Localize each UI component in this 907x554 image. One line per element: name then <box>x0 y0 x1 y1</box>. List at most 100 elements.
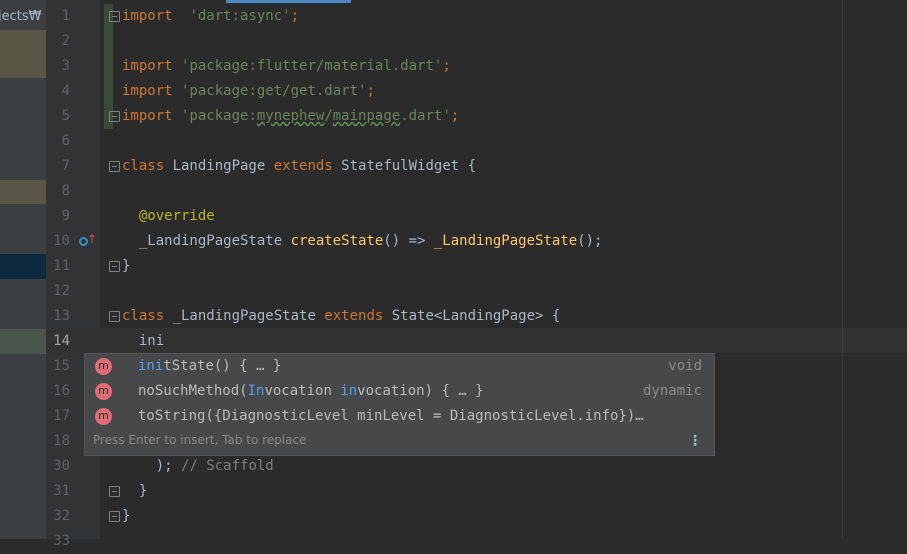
code-line[interactable]: 5 import 'package:mynephew/mainpage.dart'… <box>0 104 907 129</box>
code-text[interactable]: import 'dart:async'; <box>122 4 299 29</box>
code-line[interactable]: 10 _LandingPageState createState() => _L… <box>0 229 907 254</box>
code-token: _LandingPageState <box>433 233 578 249</box>
code-token: mainpage <box>332 108 401 124</box>
method-icon: m <box>95 358 112 375</box>
line-number: 6 <box>61 133 70 149</box>
fold-icon[interactable] <box>109 11 120 22</box>
code-token: / <box>324 108 333 124</box>
code-token: ); <box>122 458 182 474</box>
code-line[interactable]: 9 @override <box>0 204 907 229</box>
line-number: 32 <box>53 508 70 524</box>
vcs-change-marker[interactable] <box>104 54 113 79</box>
active-tab-indicator <box>226 0 351 3</box>
fold-icon[interactable] <box>109 311 120 322</box>
code-token: import <box>122 8 173 24</box>
code-line[interactable]: 14 ini <box>0 329 907 354</box>
code-text[interactable]: @override <box>122 204 215 229</box>
line-number: 15 <box>53 358 70 374</box>
code-line[interactable]: 32} <box>0 504 907 529</box>
line-number: 11 <box>53 258 70 274</box>
code-token: import <box>122 108 182 124</box>
code-text[interactable]: } <box>122 479 147 504</box>
code-line[interactable]: 6 <box>0 129 907 154</box>
code-text[interactable]: ); // Scaffold <box>122 454 274 479</box>
fold-icon[interactable] <box>109 261 120 272</box>
completion-item-type: void <box>668 358 702 374</box>
code-token: extends <box>324 308 392 324</box>
line-number: 9 <box>61 208 70 224</box>
completion-item[interactable]: m noSuchMethod(Invocation invocation) { … <box>85 379 714 404</box>
fold-icon[interactable] <box>109 161 120 172</box>
code-token: State<LandingPage> { <box>391 308 561 324</box>
code-text[interactable]: import 'package:get/get.dart'; <box>122 79 375 104</box>
line-number: 1 <box>61 8 70 24</box>
completion-item-type: dynamic <box>642 383 702 399</box>
line-number: 12 <box>53 283 70 299</box>
vcs-change-marker[interactable] <box>104 29 113 54</box>
code-token: ; <box>366 83 375 99</box>
code-line[interactable]: 2 <box>0 29 907 54</box>
fold-icon[interactable] <box>109 111 120 122</box>
code-line[interactable]: 7 class LandingPage extends StatefulWidge… <box>0 154 907 179</box>
code-token: _LandingPageState <box>172 308 325 324</box>
code-text[interactable]: } <box>122 254 130 279</box>
code-token: 'package:get/get.dart' <box>181 83 367 99</box>
code-token: } <box>122 508 131 524</box>
code-text[interactable]: class _LandingPageState extends State<La… <box>122 304 560 329</box>
code-line[interactable]: 12 <box>0 279 907 304</box>
code-token: 'dart:async' <box>189 8 291 24</box>
completion-item-label: noSuchMethod(Invocation invocation) { … … <box>138 383 484 399</box>
line-number: 30 <box>53 458 70 474</box>
more-options-icon[interactable]: ⋮ <box>688 433 702 449</box>
code-token: ; <box>442 58 451 74</box>
code-line[interactable]: 11} <box>0 254 907 279</box>
line-number: 7 <box>61 158 70 174</box>
code-text[interactable]: import 'package:flutter/material.dart'; <box>122 54 451 79</box>
code-token: 'package:flutter/material.dart' <box>181 58 443 74</box>
code-token: StatefulWidget { <box>341 158 477 174</box>
code-line[interactable]: 8 <box>0 179 907 204</box>
code-token: () => <box>383 233 434 249</box>
code-line[interactable]: 1 import 'dart:async'; <box>0 4 907 29</box>
line-number: 10 <box>53 233 70 249</box>
line-number: 3 <box>61 58 70 74</box>
code-token: createState <box>290 233 384 249</box>
code-token: class <box>122 308 173 324</box>
completion-item-label: toString({DiagnosticLevel minLevel = Dia… <box>138 408 644 424</box>
code-line[interactable]: 3 import 'package:flutter/material.dart'; <box>0 54 907 79</box>
code-line[interactable]: 31 } <box>0 479 907 504</box>
completion-item[interactable]: m initState() { … } void <box>85 354 714 379</box>
fold-icon[interactable] <box>109 486 120 497</box>
code-line[interactable]: 13 class _LandingPageState extends State<… <box>0 304 907 329</box>
code-text[interactable]: } <box>122 504 130 529</box>
line-number: 18 <box>53 433 70 449</box>
code-line[interactable]: 4 import 'package:get/get.dart'; <box>0 79 907 104</box>
code-token: class <box>122 158 173 174</box>
code-token: import <box>122 83 182 99</box>
line-number: 8 <box>61 183 70 199</box>
code-text[interactable]: _LandingPageState createState() => _Land… <box>122 229 603 254</box>
method-icon: m <box>95 383 112 400</box>
fold-icon[interactable] <box>109 511 120 522</box>
completion-item[interactable]: m toString({DiagnosticLevel minLevel = D… <box>85 404 714 429</box>
code-token: ini <box>122 333 165 349</box>
code-token: extends <box>273 158 342 174</box>
code-text[interactable]: class LandingPage extends StatefulWidget… <box>122 154 476 179</box>
code-line[interactable]: 30 ); // Scaffold <box>0 454 907 479</box>
code-token: } <box>122 258 131 274</box>
line-number: 14 <box>53 333 70 349</box>
code-token: } <box>122 483 148 499</box>
completion-popup[interactable]: m initState() { … } void m noSuchMethod(… <box>84 353 715 456</box>
code-text[interactable]: ini <box>122 329 164 354</box>
line-number: 5 <box>61 108 70 124</box>
line-number: 16 <box>53 383 70 399</box>
code-token: (); <box>577 233 603 249</box>
code-token: 'package: <box>181 108 257 124</box>
code-text[interactable]: import 'package:mynephew/mainpage.dart'; <box>122 104 459 129</box>
code-line[interactable]: 33 <box>0 529 907 554</box>
code-token: import <box>122 58 182 74</box>
code-token: ; <box>450 108 460 124</box>
line-number: 2 <box>61 33 70 49</box>
vcs-change-marker[interactable] <box>104 79 113 104</box>
